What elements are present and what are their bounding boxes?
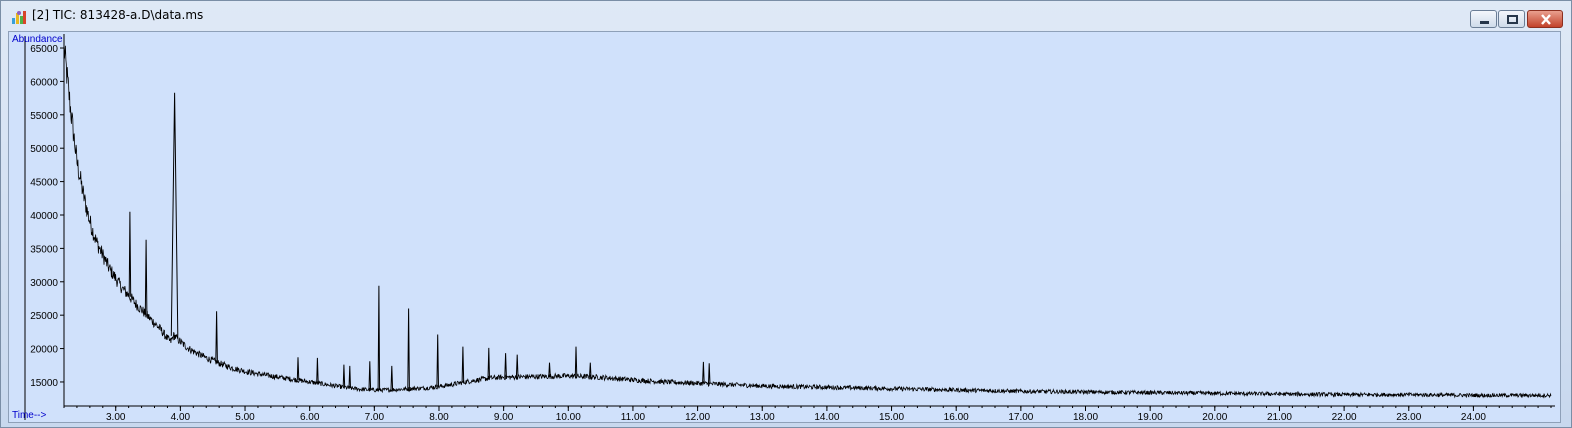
y-tick-label: 45000 [30, 178, 58, 189]
x-tick-label: 22.00 [1332, 412, 1357, 422]
y-tick-label: 55000 [30, 111, 58, 122]
x-tick-label: 8.00 [429, 412, 449, 422]
y-tick-label: 15000 [30, 378, 58, 389]
x-tick-label: 10.00 [556, 412, 581, 422]
title-bar[interactable]: [2] TIC: 813428-a.D\data.ms [1, 1, 1571, 31]
x-tick-label: 15.00 [879, 412, 904, 422]
y-tick-label: 40000 [30, 211, 58, 222]
x-tick-label: 14.00 [814, 412, 839, 422]
close-icon [1541, 14, 1551, 25]
x-tick-label: 7.00 [365, 412, 385, 422]
x-tick-label: 17.00 [1008, 412, 1033, 422]
y-tick-label: 60000 [30, 77, 58, 88]
y-axis-title: Abundance [12, 34, 63, 45]
x-tick-label: 18.00 [1073, 412, 1098, 422]
x-tick-label: 23.00 [1396, 412, 1421, 422]
x-tick-label: 13.00 [750, 412, 775, 422]
minimize-icon [1480, 21, 1489, 24]
x-tick-label: 19.00 [1138, 412, 1163, 422]
x-tick-label: 16.00 [944, 412, 969, 422]
y-tick-label: 25000 [30, 311, 58, 322]
chromatogram-icon [12, 11, 26, 24]
y-tick-label: 30000 [30, 278, 58, 289]
close-button[interactable] [1527, 10, 1563, 28]
x-tick-label: 21.00 [1267, 412, 1292, 422]
y-tick-label: 20000 [30, 345, 58, 356]
plot-area[interactable]: 15000 20000 25000 30000 35000 40000 45000 50000… [8, 31, 1561, 423]
x-tick-label: 4.00 [171, 412, 191, 422]
minimize-button[interactable] [1470, 10, 1497, 28]
x-tick-label: 3.00 [106, 412, 126, 422]
tic-chart[interactable]: 15000 20000 25000 30000 35000 40000 45000 50000… [9, 32, 1560, 422]
x-tick-label: 6.00 [300, 412, 320, 422]
plot-background [9, 32, 1560, 422]
chromatogram-window: [2] TIC: 813428-a.D\data.ms 15000 20000 25… [0, 0, 1572, 428]
y-tick-label: 50000 [30, 144, 58, 155]
x-axis-title: Time--> [12, 410, 47, 421]
window-title: [2] TIC: 813428-a.D\data.ms [32, 8, 204, 22]
x-tick-label: 5.00 [235, 412, 255, 422]
maximize-icon [1507, 15, 1518, 24]
x-tick-label: 24.00 [1461, 412, 1486, 422]
x-tick-label: 9.00 [494, 412, 514, 422]
y-tick-label: 65000 [30, 44, 58, 55]
x-tick-label: 20.00 [1202, 412, 1227, 422]
y-tick-label: 35000 [30, 244, 58, 255]
maximize-button[interactable] [1498, 10, 1525, 28]
x-tick-label: 11.00 [621, 412, 646, 422]
x-tick-label: 12.00 [685, 412, 710, 422]
